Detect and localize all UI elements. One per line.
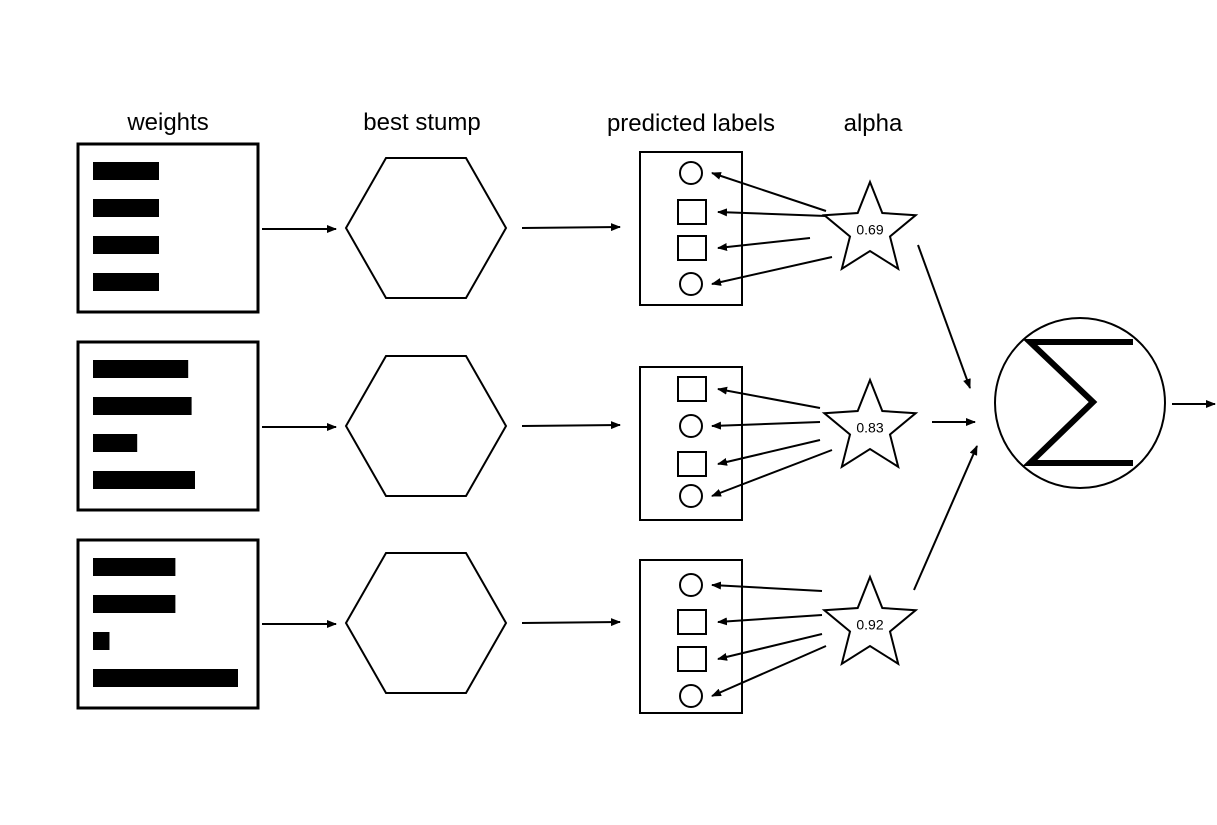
weight-bar — [93, 558, 176, 576]
arrow-alpha-to-label — [711, 581, 823, 592]
round-1: 0.69 — [76, 142, 919, 314]
adaboost-diagram: weights best stump predicted labels alph… — [76, 109, 1216, 714]
label-square-icon — [677, 376, 707, 402]
arrow-alpha-to-label — [717, 614, 823, 626]
weight-bar — [93, 434, 138, 452]
sum-combiner — [994, 317, 1166, 489]
round-2: 0.83 — [76, 340, 919, 521]
sigma-sum-icon — [1022, 339, 1133, 466]
arrow-stump-to-labels — [521, 421, 621, 430]
header-weights: weights — [126, 109, 208, 136]
label-square-icon — [677, 199, 707, 225]
predicted-labels-box — [639, 151, 743, 306]
label-circle-icon — [679, 484, 703, 508]
arrow-alpha-to-label — [717, 386, 821, 409]
weight-bar — [93, 199, 159, 217]
weight-bar — [93, 273, 159, 291]
label-square-icon — [677, 646, 707, 672]
label-square-icon — [677, 235, 707, 261]
stump-hexagon — [344, 552, 508, 694]
weight-bar — [93, 360, 189, 378]
weight-bar — [93, 471, 195, 489]
label-circle-icon — [679, 272, 703, 296]
weight-bar — [93, 632, 110, 650]
arrow-alpha1-to-sum — [917, 244, 971, 389]
arrow-alpha3-to-sum — [913, 445, 978, 591]
weight-bar — [93, 236, 159, 254]
header-best-stump: best stump — [363, 109, 480, 136]
label-circle-icon — [679, 684, 703, 708]
label-square-icon — [677, 609, 707, 635]
label-circle-icon — [679, 161, 703, 185]
label-circle-icon — [679, 414, 703, 438]
alpha-value: 0.83 — [856, 420, 883, 436]
arrow-alpha-to-label — [717, 208, 827, 217]
arrow-alpha-to-label — [711, 421, 821, 430]
weight-bar — [93, 397, 192, 415]
header-alpha: alpha — [844, 110, 903, 137]
label-square-icon — [677, 451, 707, 477]
arrow-alpha-to-label — [711, 449, 833, 497]
arrow-alpha-to-label — [711, 645, 827, 697]
weight-bar — [93, 669, 238, 687]
label-circle-icon — [679, 573, 703, 597]
arrow-alpha-to-label — [717, 237, 811, 252]
stump-hexagon — [344, 157, 508, 299]
header-predicted-labels: predicted labels — [607, 110, 775, 137]
round-3: 0.92 — [76, 538, 919, 714]
arrow-stump-to-labels — [521, 223, 621, 232]
arrow-alpha-to-label — [711, 172, 827, 212]
stump-hexagon — [344, 355, 508, 497]
alpha-value: 0.92 — [856, 617, 883, 633]
arrow-alpha-to-label — [711, 256, 833, 286]
weight-bar — [93, 162, 159, 180]
arrow-stump-to-labels — [521, 618, 621, 627]
weight-bar — [93, 595, 176, 613]
alpha-value: 0.69 — [856, 222, 883, 238]
